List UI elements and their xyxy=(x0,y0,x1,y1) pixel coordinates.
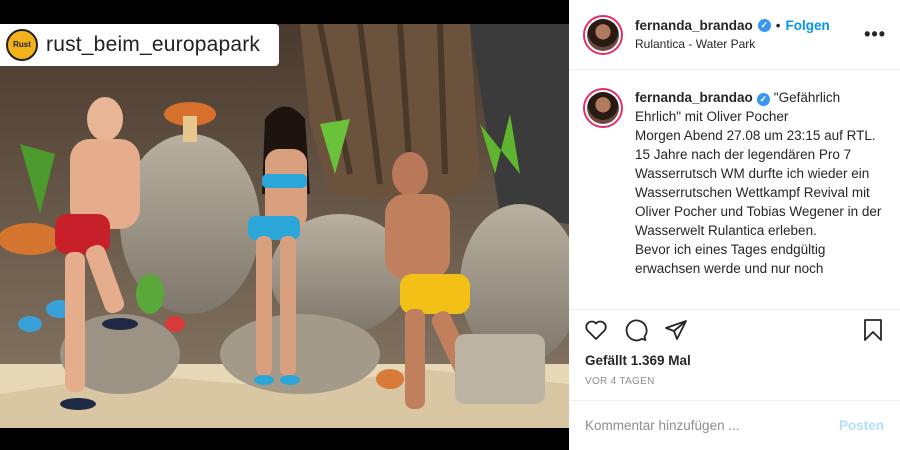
verified-badge-icon: ✓ xyxy=(757,19,771,32)
action-bar xyxy=(569,310,900,350)
caption-username[interactable]: fernanda_brandao xyxy=(635,90,753,105)
follow-button[interactable]: Folgen xyxy=(786,18,830,33)
avatar[interactable] xyxy=(583,14,623,55)
header-text: fernanda_brandao ✓ • Folgen Rulantica - … xyxy=(635,18,864,51)
header-separator: • xyxy=(775,18,781,33)
post-sidebar: fernanda_brandao ✓ • Folgen Rulantica - … xyxy=(569,0,900,450)
header-username[interactable]: fernanda_brandao xyxy=(635,18,753,33)
caption-verified-badge-icon: ✓ xyxy=(756,93,770,106)
photo-watermark: Rust rust_beim_europapark xyxy=(0,24,279,66)
caption-avatar[interactable] xyxy=(583,88,623,128)
bookmark-icon[interactable] xyxy=(860,317,886,343)
like-count[interactable]: Gefällt 1.369 Mal xyxy=(569,350,900,372)
caption-first-line: fernanda_brandao ✓ "Gefährlich Ehrlich" mi… xyxy=(635,88,886,126)
caption-line: 15 Jahre nach der legendären Pro 7 Wasse… xyxy=(635,147,882,238)
watermark-handle: rust_beim_europapark xyxy=(46,33,261,56)
post-comment-button[interactable]: Posten xyxy=(839,418,884,433)
comment-icon[interactable] xyxy=(623,317,649,343)
caption-avatar-image xyxy=(587,92,619,124)
caption-line: Bevor ich eines Tages endgültig erwachse… xyxy=(635,242,826,276)
caption: fernanda_brandao ✓ "Gefährlich Ehrlich" mi… xyxy=(635,88,886,309)
avatar-image xyxy=(587,18,619,51)
photo-illustration xyxy=(0,24,569,428)
post-date[interactable]: VOR 4 TAGEN xyxy=(569,372,900,396)
rust-logo: Rust xyxy=(6,29,38,61)
caption-section: fernanda_brandao ✓ "Gefährlich Ehrlich" mi… xyxy=(569,70,900,310)
post-header: fernanda_brandao ✓ • Folgen Rulantica - … xyxy=(569,0,900,70)
location-link[interactable]: Rulantica - Water Park xyxy=(635,37,864,51)
header-row: fernanda_brandao ✓ • Folgen xyxy=(635,18,864,33)
comment-input[interactable] xyxy=(585,418,839,433)
post-media: Rust rust_beim_europapark xyxy=(0,0,569,450)
heart-icon[interactable] xyxy=(583,317,609,343)
comment-form: Posten xyxy=(569,400,900,450)
post-photo[interactable] xyxy=(0,24,569,428)
share-icon[interactable] xyxy=(663,317,689,343)
more-options-icon[interactable]: ••• xyxy=(864,24,886,45)
caption-line: Morgen Abend 27.08 um 23:15 auf RTL. xyxy=(635,128,876,143)
rust-logo-text: Rust xyxy=(13,40,31,49)
